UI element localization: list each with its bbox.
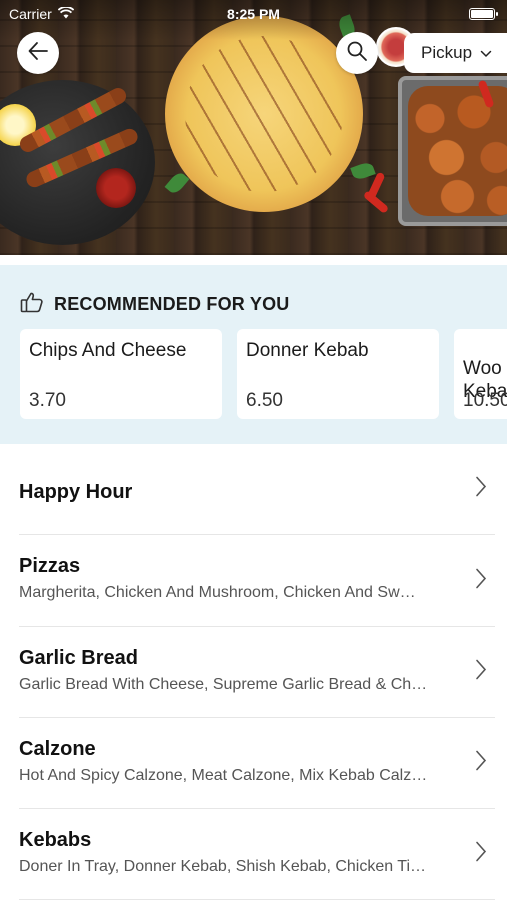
recommended-item-name: Chips And Cheese	[29, 340, 187, 361]
search-button[interactable]	[336, 32, 378, 74]
menu-category-calzone[interactable]: Calzone Hot And Spicy Calzone, Meat Calz…	[19, 718, 495, 809]
menu-category-kebabs[interactable]: Kebabs Doner In Tray, Donner Kebab, Shis…	[19, 809, 495, 900]
order-mode-dropdown[interactable]: Pickup	[404, 33, 507, 73]
menu-category-happy-hour[interactable]: Happy Hour	[19, 444, 495, 535]
battery-icon	[469, 8, 498, 20]
recommended-card[interactable]: Donner Kebab 6.50	[237, 329, 439, 419]
pizza-image	[165, 16, 363, 212]
pickup-label: Pickup	[421, 43, 473, 62]
back-button[interactable]	[17, 32, 59, 74]
category-name: Kebabs	[19, 829, 92, 851]
recommended-header: RECOMMENDED FOR YOU	[20, 291, 289, 318]
basil-leaf-image	[350, 160, 376, 182]
back-arrow-icon	[27, 40, 49, 67]
chevron-down-icon	[480, 43, 492, 63]
recommended-carousel[interactable]: Chips And Cheese 3.70 Donner Kebab 6.50 …	[20, 329, 507, 419]
chevron-right-icon	[475, 841, 487, 868]
chevron-right-icon	[475, 567, 487, 594]
category-description: Garlic Bread With Cheese, Supreme Garlic…	[19, 676, 428, 693]
recommended-item-price: 10.50	[463, 390, 507, 411]
menu-category-pizzas[interactable]: Pizzas Margherita, Chicken And Mushroom,…	[19, 535, 495, 627]
chevron-right-icon	[475, 659, 487, 686]
recommended-item-price: 6.50	[246, 390, 283, 411]
recommended-title: RECOMMENDED FOR YOU	[54, 294, 290, 314]
chevron-right-icon	[475, 476, 487, 503]
menu-category-garlic-bread[interactable]: Garlic Bread Garlic Bread With Cheese, S…	[19, 627, 495, 718]
thumbs-up-icon	[20, 291, 44, 318]
chevron-right-icon	[475, 750, 487, 777]
sauce-bowl-image	[96, 168, 136, 208]
search-icon	[346, 40, 368, 67]
recommended-section: RECOMMENDED FOR YOU Chips And Cheese 3.7…	[0, 265, 507, 444]
category-name: Happy Hour	[19, 481, 133, 503]
category-description: Doner In Tray, Donner Kebab, Shish Kebab…	[19, 858, 427, 875]
recommended-item-price: 3.70	[29, 390, 66, 411]
recommended-item-name: Donner Kebab	[246, 340, 369, 361]
category-name: Calzone	[19, 738, 96, 760]
category-name: Garlic Bread	[19, 647, 138, 669]
recommended-card[interactable]: Chips And Cheese 3.70	[20, 329, 222, 419]
menu-category-list: Happy Hour Pizzas Margherita, Chicken An…	[0, 444, 507, 900]
category-description: Hot And Spicy Calzone, Meat Calzone, Mix…	[19, 767, 428, 784]
status-bar: Carrier 8:25 PM	[0, 0, 507, 28]
status-time: 8:25 PM	[227, 6, 280, 22]
category-name: Pizzas	[19, 555, 81, 577]
recommended-card[interactable]: Woo Keba 10.50	[454, 329, 507, 419]
category-description: Margherita, Chicken And Mushroom, Chicke…	[19, 584, 416, 601]
